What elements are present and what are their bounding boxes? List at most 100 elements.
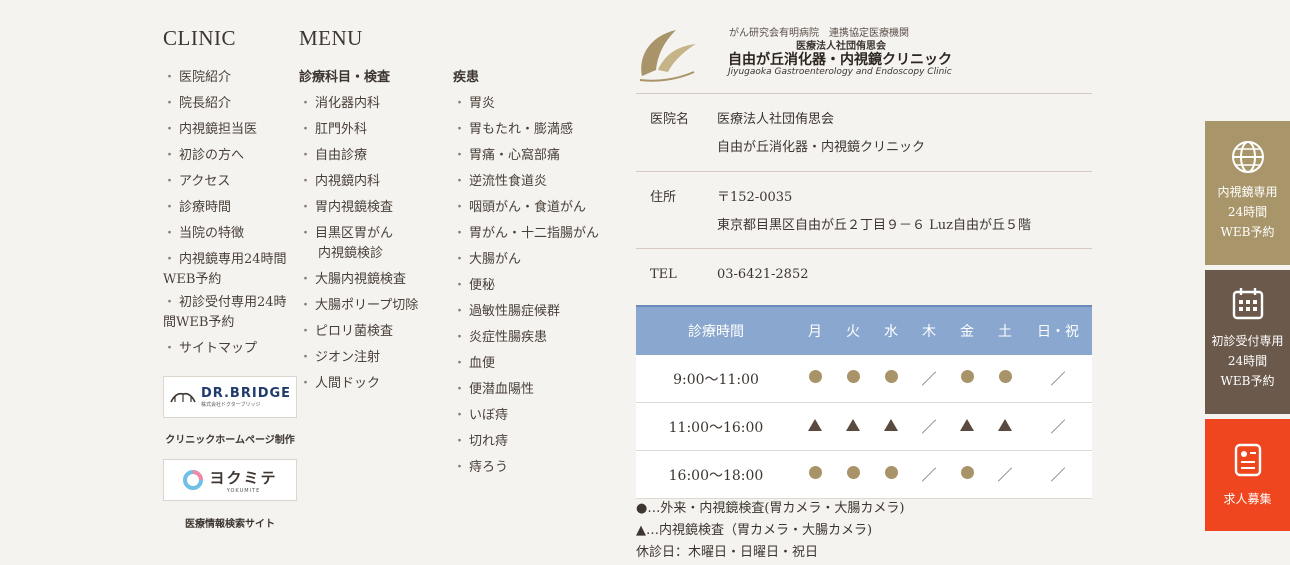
info-address-label: 住所 bbox=[650, 190, 677, 205]
nav-item-first-visit-web-booking[interactable]: ・初診受付専用24時 間WEB予約 bbox=[163, 293, 303, 333]
info-row-tel: TEL 03-6421-2852 bbox=[636, 248, 1092, 305]
open-circle-icon bbox=[808, 370, 822, 383]
schedule-cell: ／ bbox=[1024, 450, 1092, 499]
nav-item-pylori[interactable]: ・ピロリ菌検査 bbox=[299, 319, 439, 345]
schedule-cell bbox=[834, 355, 872, 403]
nav-item-meguro-screening[interactable]: ・目黒区胃がん 内視鏡検診 bbox=[299, 224, 439, 264]
info-name-label: 医院名 bbox=[650, 112, 690, 127]
schedule-time: 16:00〜18:00 bbox=[636, 450, 796, 499]
schedule-header-tue: 火 bbox=[834, 305, 872, 355]
disease-item[interactable]: ・便潜血陽性 bbox=[453, 377, 623, 403]
side-btn1-line1: 内視鏡専用 bbox=[1217, 185, 1278, 199]
disease-item[interactable]: ・胃もたれ・膨満感 bbox=[453, 117, 623, 143]
dr-bridge-sub: 株式会社ドクターブリッジ bbox=[200, 402, 261, 408]
disease-item[interactable]: ・咽頭がん・食道がん bbox=[453, 195, 623, 221]
disease-item[interactable]: ・胃痛・心窩部痛 bbox=[453, 143, 623, 169]
schedule-header-mon: 月 bbox=[796, 305, 834, 355]
nav-item-proctology[interactable]: ・肛門外科 bbox=[299, 117, 439, 143]
menu-nav: ・消化器内科 ・肛門外科 ・自由診療 ・内視鏡内科 ・胃内視鏡検査 ・目黒区胃が… bbox=[299, 91, 439, 397]
endoscopy-triangle-icon bbox=[884, 418, 898, 431]
nav-item-features[interactable]: ・当院の特徴 bbox=[163, 221, 303, 247]
schedule-cell bbox=[796, 450, 834, 499]
disease-item[interactable]: ・血便 bbox=[453, 351, 623, 377]
disease-item[interactable]: ・大腸がん bbox=[453, 247, 623, 273]
schedule-cell bbox=[948, 450, 986, 499]
nav-item-gastro[interactable]: ・消化器内科 bbox=[299, 91, 439, 117]
nav-item-free-care[interactable]: ・自由診療 bbox=[299, 143, 439, 169]
schedule-header-thu: 木 bbox=[910, 305, 948, 355]
schedule-cell: ／ bbox=[910, 450, 948, 499]
dr-bridge-caption: クリニックホームページ制作 bbox=[165, 435, 295, 446]
schedule-header-sun: 日・祝 bbox=[1024, 305, 1092, 355]
side-btn3-label: 求人募集 bbox=[1223, 492, 1272, 506]
nav-item-hours[interactable]: ・診療時間 bbox=[163, 195, 303, 221]
closed-slash-icon: ／ bbox=[1050, 466, 1066, 484]
info-row-address: 住所 〒152-0035 東京都目黒区自由が丘２丁目９－６ Luz自由が丘５階 bbox=[636, 171, 1092, 249]
schedule-table: 診療時間 月 火 水 木 金 土 日・祝 9:00〜11:00 ／／ 11:00〜1… bbox=[636, 305, 1092, 499]
nav-item-access[interactable]: ・アクセス bbox=[163, 169, 303, 195]
yokumite-banner[interactable]: ヨクミテ YOKUMITE bbox=[163, 459, 297, 501]
info-tel[interactable]: 03-6421-2852 bbox=[717, 267, 809, 282]
schedule-header-row: 診療時間 月 火 水 木 金 土 日・祝 bbox=[636, 305, 1092, 355]
side-btn1-line2: 24時間 bbox=[1227, 205, 1268, 219]
nav-item-director[interactable]: ・院長紹介 bbox=[163, 91, 303, 117]
nav-item-colonoscopy[interactable]: ・大腸内視鏡検査 bbox=[299, 267, 439, 293]
schedule-cell: ／ bbox=[1024, 355, 1092, 403]
schedule-cell bbox=[872, 355, 910, 403]
schedule-cell bbox=[872, 450, 910, 499]
nav-item-dock[interactable]: ・人間ドック bbox=[299, 371, 439, 397]
disease-item[interactable]: ・痔ろう bbox=[453, 455, 623, 481]
disease-item[interactable]: ・切れ痔 bbox=[453, 429, 623, 455]
logo-line4: Jiyugaoka Gastroenterology and Endoscopy… bbox=[728, 67, 952, 77]
nav-item-gastroscopy[interactable]: ・胃内視鏡検査 bbox=[299, 195, 439, 221]
nav-item-endoscopy-web-booking[interactable]: ・内視鏡専用24時間 WEB予約 bbox=[163, 250, 303, 290]
clinic-logo[interactable]: がん研究会有明病院 連携協定医療機関 医療法人社団侑思会 自由が丘消化器・内視鏡… bbox=[636, 24, 1092, 92]
schedule-cell bbox=[986, 355, 1024, 403]
schedule-row: 16:00〜18:00 ／ ／ ／ bbox=[636, 450, 1092, 499]
disease-item[interactable]: ・胃炎 bbox=[453, 91, 623, 117]
nav-item-sitemap[interactable]: ・サイトマップ bbox=[163, 336, 303, 362]
endoscopy-triangle-icon bbox=[998, 418, 1012, 431]
schedule-cell bbox=[986, 402, 1024, 451]
menu-subhead: 診療科目・検査 bbox=[299, 70, 391, 85]
nav-item-endoscopy-doctor[interactable]: ・内視鏡担当医 bbox=[163, 117, 303, 143]
recruit-button[interactable]: 求人募集 bbox=[1205, 419, 1290, 531]
side-btn1-line3: WEB予約 bbox=[1220, 225, 1275, 239]
closed-slash-icon: ／ bbox=[921, 418, 937, 436]
disease-item[interactable]: ・炎症性腸疾患 bbox=[453, 325, 623, 351]
schedule-row: 9:00〜11:00 ／ ／ bbox=[636, 355, 1092, 403]
nav-item-first-visit[interactable]: ・初診の方へ bbox=[163, 143, 303, 169]
legend-endoscopy: ▲…内視鏡検査（胃カメラ・大腸カメラ) bbox=[636, 523, 873, 538]
open-circle-icon bbox=[846, 370, 860, 383]
yokumite-sub: YOKUMITE bbox=[226, 487, 261, 494]
endoscopy-web-booking-button[interactable]: 内視鏡専用 24時間 WEB予約 bbox=[1205, 121, 1290, 265]
nav-item-zion[interactable]: ・ジオン注射 bbox=[299, 345, 439, 371]
info-tel-label: TEL bbox=[650, 267, 677, 282]
disease-item[interactable]: ・胃がん・十二指腸がん bbox=[453, 221, 623, 247]
info-postal: 〒152-0035 bbox=[717, 190, 793, 205]
schedule-cell bbox=[796, 402, 834, 451]
schedule-cell bbox=[948, 402, 986, 451]
first-visit-web-booking-button[interactable]: 初診受付専用 24時間 WEB予約 bbox=[1205, 270, 1290, 414]
yokumite-logo-icon bbox=[183, 470, 204, 490]
nav-item-clinic-intro[interactable]: ・医院紹介 bbox=[163, 65, 303, 91]
endoscopy-triangle-icon bbox=[846, 418, 860, 431]
open-circle-icon bbox=[808, 466, 822, 479]
disease-item[interactable]: ・いぼ痔 bbox=[453, 403, 623, 429]
nav-item-endoscopy-internal[interactable]: ・内視鏡内科 bbox=[299, 169, 439, 195]
logo-line3: 自由が丘消化器・内視鏡クリニック bbox=[728, 52, 952, 68]
disease-item[interactable]: ・過敏性腸症候群 bbox=[453, 299, 623, 325]
nav-item-polyp[interactable]: ・大腸ポリープ切除 bbox=[299, 293, 439, 319]
disease-item[interactable]: ・逆流性食道炎 bbox=[453, 169, 623, 195]
legend-outpatient: ●…外来・内視鏡検査(胃カメラ・大腸カメラ) bbox=[636, 501, 905, 516]
closed-slash-icon: ／ bbox=[921, 370, 937, 388]
schedule-cell: ／ bbox=[910, 402, 948, 451]
disease-item[interactable]: ・便秘 bbox=[453, 273, 623, 299]
open-circle-icon bbox=[960, 466, 974, 479]
info-address: 東京都目黒区自由が丘２丁目９－６ Luz自由が丘５階 bbox=[717, 218, 1031, 233]
schedule-cell bbox=[872, 402, 910, 451]
info-row-name: 医院名 医療法人社団侑思会 自由が丘消化器・内視鏡クリニック bbox=[636, 93, 1092, 172]
document-icon bbox=[1234, 443, 1261, 477]
dr-bridge-banner[interactable]: DR.BRIDGE 株式会社ドクターブリッジ bbox=[163, 376, 297, 418]
closed-slash-icon: ／ bbox=[997, 466, 1013, 484]
